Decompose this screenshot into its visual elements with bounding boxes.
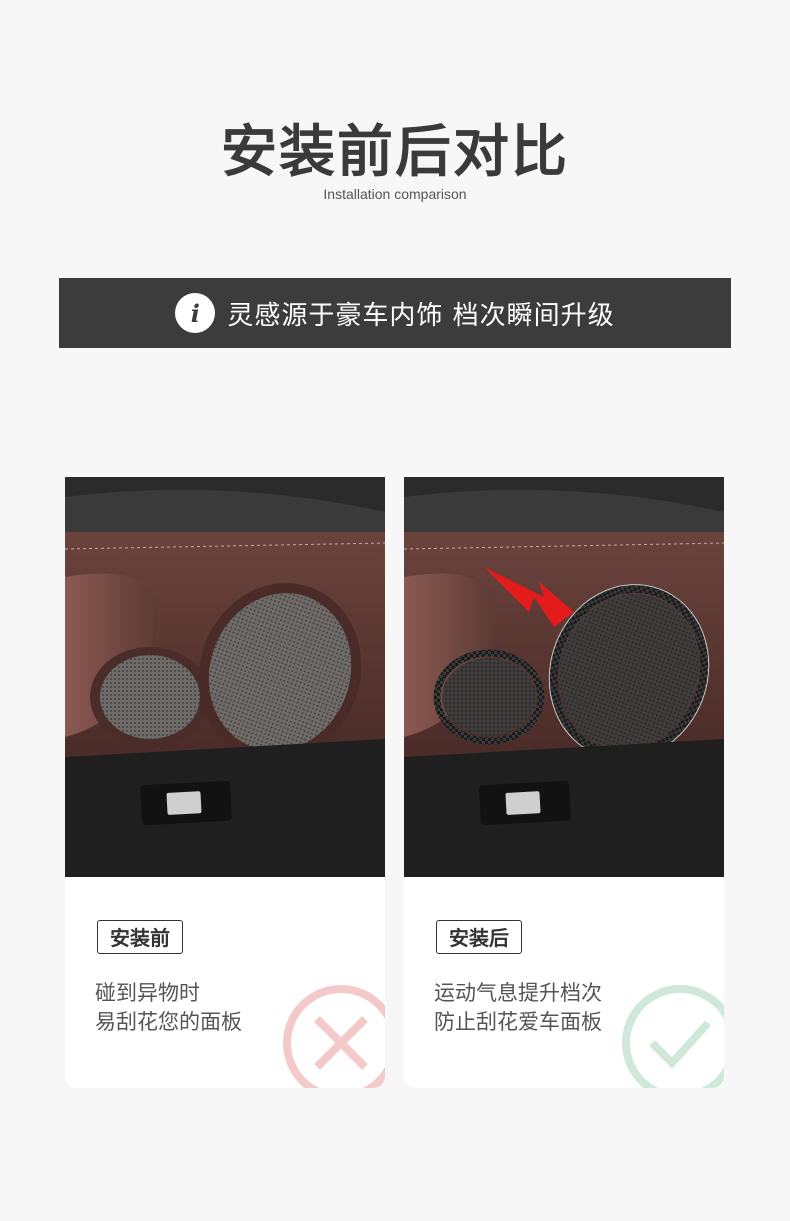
check-icon xyxy=(622,985,724,1088)
after-line-2: 防止刮花爱车面板 xyxy=(434,1010,602,1034)
before-tag: 安装前 xyxy=(97,920,183,954)
card-after: 安装后 运动气息提升档次 防止刮花爱车面板 xyxy=(404,477,724,1088)
after-tag: 安装后 xyxy=(436,920,522,954)
card-before: 安装前 碰到异物时 易刮花您的面板 xyxy=(65,477,385,1088)
page-title: 安装前后对比 xyxy=(221,120,569,185)
after-description: 运动气息提升档次 防止刮花爱车面板 xyxy=(434,979,602,1037)
after-line-1: 运动气息提升档次 xyxy=(434,981,602,1005)
before-line-1: 碰到异物时 xyxy=(95,981,200,1005)
page-subtitle: Installation comparison xyxy=(323,186,467,202)
info-banner: i 灵感源于豪车内饰 档次瞬间升级 xyxy=(59,278,731,348)
info-icon: i xyxy=(175,293,216,333)
before-line-2: 易刮花您的面板 xyxy=(95,1010,242,1034)
banner-text: 灵感源于豪车内饰 档次瞬间升级 xyxy=(227,300,615,331)
before-photo xyxy=(65,477,385,877)
after-photo xyxy=(404,477,724,877)
cross-icon xyxy=(283,985,385,1088)
before-description: 碰到异物时 易刮花您的面板 xyxy=(95,979,242,1037)
